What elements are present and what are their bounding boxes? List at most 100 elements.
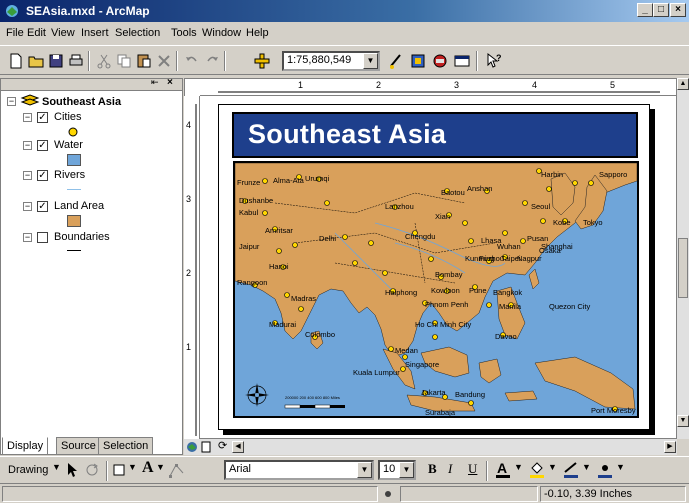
- layer-name-land-area[interactable]: Land Area: [54, 198, 104, 214]
- city-label: Anshan: [467, 184, 492, 193]
- chevron-down-icon[interactable]: ▼: [156, 462, 165, 472]
- layout-view-icon[interactable]: [200, 441, 212, 453]
- layer-checkbox[interactable]: ✓: [37, 112, 48, 123]
- collapse-icon[interactable]: −: [7, 97, 16, 106]
- city-label: Jaipur: [239, 242, 260, 251]
- city-label: Alma-Ata: [273, 176, 305, 185]
- arctoolbox-icon[interactable]: [408, 51, 428, 71]
- font-size-value: 10: [383, 463, 396, 475]
- standard-toolbar: 1:75,880,549 ▼ ?: [0, 45, 689, 75]
- edit-vertices-icon[interactable]: [168, 461, 186, 479]
- font-color-icon[interactable]: A: [494, 460, 512, 480]
- chevron-down-icon[interactable]: ▼: [616, 462, 625, 472]
- font-size-combo[interactable]: 10 ▼: [378, 460, 416, 480]
- chevron-down-icon[interactable]: ▼: [128, 462, 137, 472]
- layer-name-boundaries[interactable]: Boundaries: [54, 229, 110, 245]
- vertical-ruler: 4 3 2 1: [184, 96, 200, 439]
- open-folder-icon[interactable]: [26, 51, 46, 71]
- rectangle-icon[interactable]: [112, 463, 126, 477]
- chevron-down-icon[interactable]: ▼: [548, 462, 557, 472]
- collapse-icon[interactable]: −: [23, 141, 32, 150]
- arccatalog-icon[interactable]: [430, 51, 450, 71]
- drawing-toolbar: Drawing ▼ ▼ A ▼ Arial ▼ 10 ▼ B I U A ▼ ▼…: [0, 456, 689, 482]
- map-frame[interactable]: Harbin Sapporo Frunze Alma-Ata Urumqi Baotou A…: [233, 161, 639, 418]
- city-label: Madurai: [269, 320, 296, 329]
- maximize-button[interactable]: □: [653, 3, 669, 17]
- scroll-left-icon[interactable]: ◀: [232, 441, 244, 453]
- whats-this-help-icon[interactable]: ?: [484, 51, 504, 71]
- fill-color-icon[interactable]: [528, 460, 546, 480]
- underline-button[interactable]: U: [468, 461, 477, 477]
- undo-icon[interactable]: [182, 51, 202, 71]
- menu-view[interactable]: View: [51, 27, 75, 39]
- layer-name-cities[interactable]: Cities: [54, 109, 82, 125]
- tab-selection[interactable]: Selection: [98, 437, 154, 455]
- chevron-down-icon[interactable]: ▼: [357, 462, 372, 478]
- layer-name-rivers[interactable]: Rivers: [54, 167, 85, 183]
- menu-help[interactable]: Help: [246, 27, 269, 39]
- chevron-down-icon[interactable]: ▼: [52, 462, 61, 472]
- chevron-down-icon[interactable]: ▼: [363, 53, 378, 69]
- menu-insert[interactable]: Insert: [81, 27, 109, 39]
- print-icon[interactable]: [66, 51, 86, 71]
- layer-checkbox[interactable]: [37, 232, 48, 243]
- chevron-down-icon[interactable]: ▼: [582, 462, 591, 472]
- save-icon[interactable]: [46, 51, 66, 71]
- pin-icon[interactable]: ⇤: [151, 77, 159, 88]
- layer-name-water[interactable]: Water: [54, 137, 83, 153]
- toolbar-separator: [176, 51, 178, 71]
- tab-display[interactable]: Display: [2, 437, 49, 455]
- menu-file[interactable]: File: [6, 27, 24, 39]
- collapse-icon[interactable]: −: [23, 171, 32, 180]
- layer-checkbox[interactable]: ✓: [37, 170, 48, 181]
- drawing-menu[interactable]: Drawing: [8, 464, 48, 476]
- menu-bar: File Edit View Insert Selection Tools Wi…: [0, 22, 689, 44]
- menu-selection[interactable]: Selection: [115, 27, 160, 39]
- chevron-down-icon[interactable]: ▼: [399, 462, 414, 478]
- map-scale-combo[interactable]: 1:75,880,549 ▼: [282, 51, 380, 71]
- layer-checkbox[interactable]: ✓: [37, 140, 48, 151]
- horizontal-scrollbar[interactable]: ⟳ ◀ ▶: [184, 439, 677, 455]
- scroll-down-icon[interactable]: ▼: [677, 415, 689, 427]
- data-frame-name[interactable]: Southeast Asia: [42, 94, 121, 110]
- boundary-line-symbol: [67, 250, 81, 251]
- rotate-icon[interactable]: [84, 462, 100, 478]
- scroll-up-icon[interactable]: ▲: [677, 78, 689, 90]
- refresh-icon[interactable]: ⟳: [218, 439, 227, 452]
- menu-tools[interactable]: Tools: [171, 27, 197, 39]
- city-label: Dushanbe: [239, 196, 273, 205]
- collapse-icon[interactable]: −: [23, 202, 32, 211]
- new-text-icon[interactable]: A: [142, 459, 154, 477]
- scroll-right-icon[interactable]: ▶: [664, 441, 676, 453]
- map-title-box[interactable]: Southeast Asia: [232, 112, 638, 158]
- scroll-thumb[interactable]: [678, 238, 688, 298]
- redo-icon[interactable]: [202, 51, 222, 71]
- editor-toolbar-icon[interactable]: [386, 51, 406, 71]
- font-name-combo[interactable]: Arial ▼: [224, 460, 374, 480]
- delete-icon[interactable]: [154, 51, 174, 71]
- vertical-scrollbar[interactable]: ▲ ▼: [677, 78, 689, 439]
- line-color-icon[interactable]: [562, 460, 580, 480]
- bold-button[interactable]: B: [428, 461, 437, 477]
- new-document-icon[interactable]: [6, 51, 26, 71]
- chevron-down-icon[interactable]: ▼: [514, 462, 523, 472]
- city-label: Ho Chi Minh City: [415, 320, 472, 329]
- paste-icon[interactable]: [134, 51, 154, 71]
- close-button[interactable]: ×: [670, 3, 686, 17]
- collapse-icon[interactable]: −: [23, 113, 32, 122]
- layer-checkbox[interactable]: ✓: [37, 201, 48, 212]
- marker-color-icon[interactable]: [596, 460, 614, 480]
- menu-window[interactable]: Window: [202, 27, 241, 39]
- select-elements-icon[interactable]: [66, 462, 80, 478]
- add-data-icon[interactable]: [252, 51, 272, 71]
- command-line-icon[interactable]: [452, 51, 472, 71]
- data-view-icon[interactable]: [186, 441, 198, 453]
- italic-button[interactable]: I: [448, 461, 452, 477]
- close-icon[interactable]: ×: [167, 77, 173, 88]
- cut-icon[interactable]: [94, 51, 114, 71]
- minimize-button[interactable]: _: [637, 3, 653, 17]
- tab-source[interactable]: Source: [56, 437, 101, 455]
- copy-icon[interactable]: [114, 51, 134, 71]
- collapse-icon[interactable]: −: [23, 233, 32, 242]
- menu-edit[interactable]: Edit: [27, 27, 46, 39]
